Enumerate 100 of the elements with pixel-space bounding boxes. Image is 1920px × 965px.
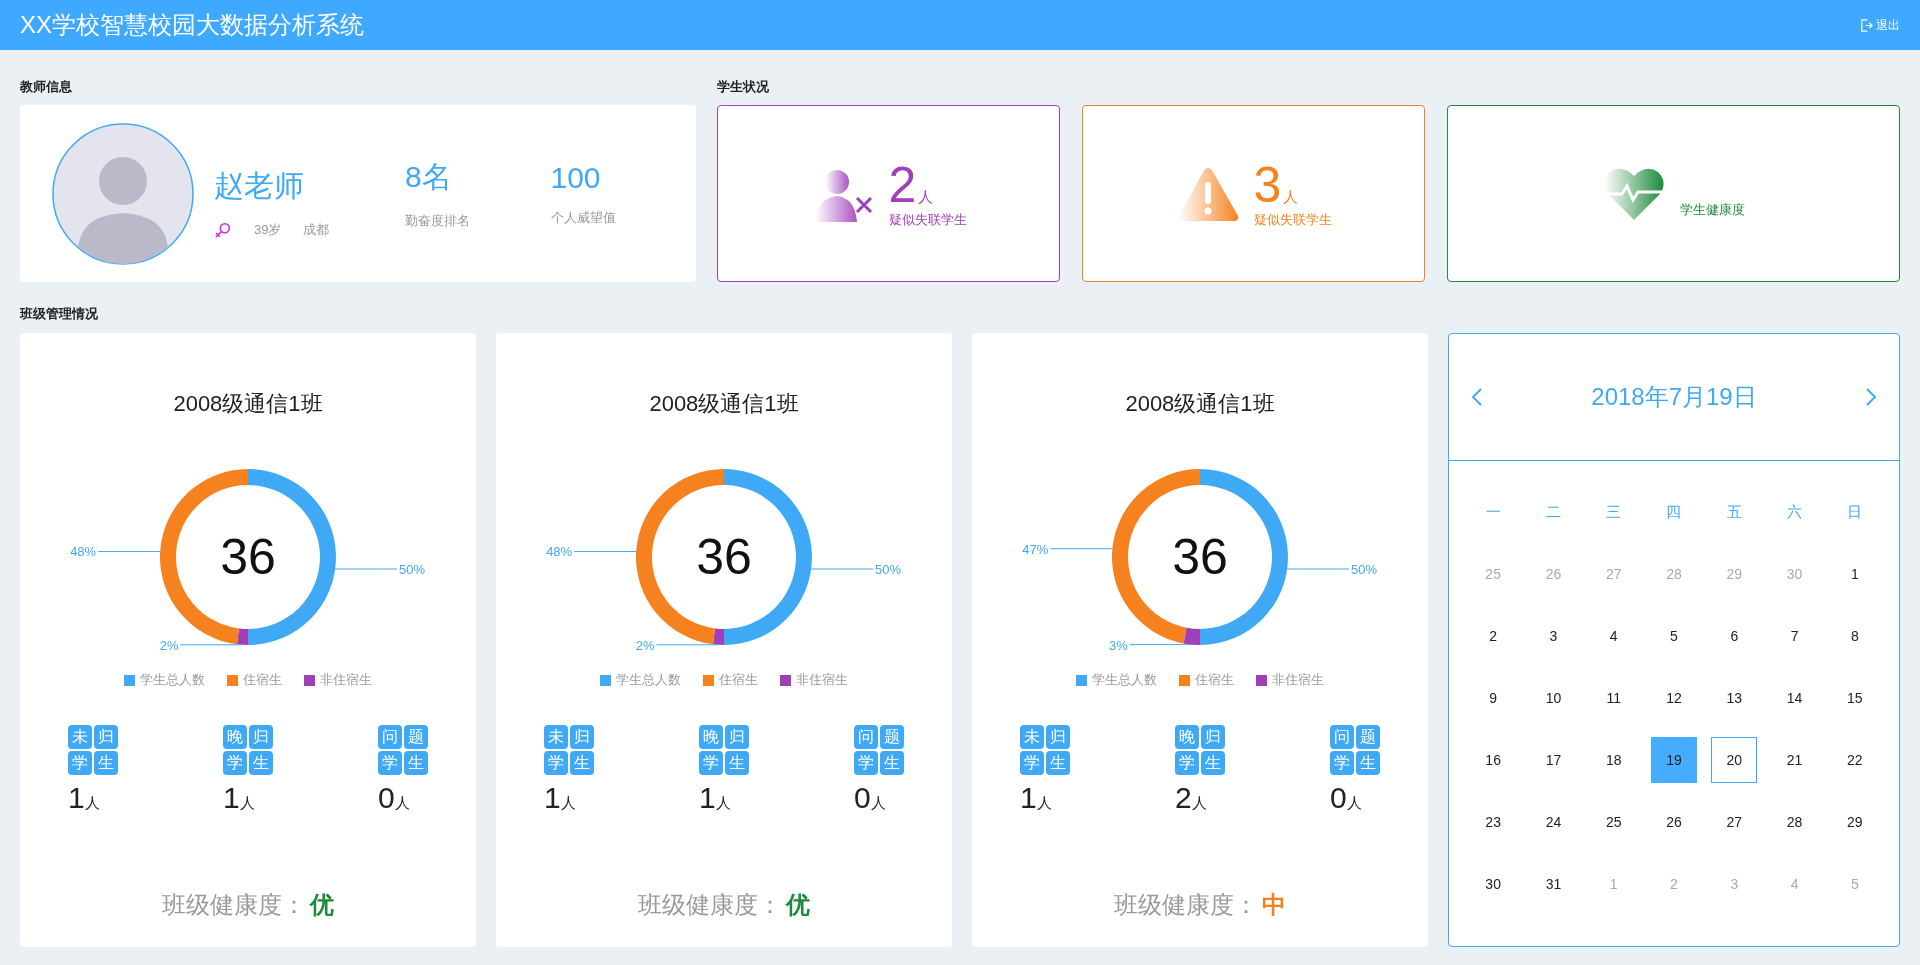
leader-line bbox=[1129, 644, 1193, 646]
logout-icon bbox=[1860, 18, 1873, 32]
data-label: 50% bbox=[399, 562, 426, 577]
class-name: 2008级通信1班 bbox=[649, 390, 799, 418]
calendar-day[interactable]: 22 bbox=[1831, 737, 1878, 783]
stat-value: 8名 bbox=[405, 159, 453, 195]
calendar-day[interactable]: 16 bbox=[1470, 737, 1517, 783]
total-count: 36 bbox=[1172, 529, 1228, 585]
teacher-name: 赵老师 bbox=[214, 168, 305, 204]
calendar-day[interactable]: 20 bbox=[1711, 737, 1758, 783]
calendar-day[interactable]: 19 bbox=[1651, 737, 1697, 783]
total-count: 36 bbox=[696, 529, 752, 585]
total-count: 36 bbox=[220, 529, 276, 585]
legend-label: 住宿生 bbox=[1195, 671, 1234, 689]
status-label: 学生健康度 bbox=[1680, 200, 1745, 219]
weekday-label: 六 bbox=[1787, 502, 1803, 522]
category-badge: 问题学生 bbox=[378, 725, 428, 775]
health-grade: 中 bbox=[1262, 890, 1286, 920]
stat-count: 1 bbox=[223, 781, 240, 815]
teacher-city: 成都 bbox=[303, 221, 330, 239]
calendar-day[interactable]: 14 bbox=[1771, 675, 1818, 721]
calendar-day[interactable]: 25 bbox=[1590, 799, 1637, 845]
calendar-day[interactable]: 28 bbox=[1771, 799, 1818, 845]
leader-line bbox=[97, 550, 161, 552]
status-unit: 人 bbox=[918, 187, 934, 207]
calendar-day[interactable]: 12 bbox=[1651, 675, 1697, 721]
category-badge: 问题学生 bbox=[1330, 725, 1380, 775]
stat-count: 1 bbox=[544, 781, 561, 815]
weekday-label: 日 bbox=[1847, 502, 1863, 522]
calendar-day[interactable]: 9 bbox=[1470, 675, 1517, 721]
category-badge: 未归学生 bbox=[1020, 725, 1070, 775]
data-label: 2% bbox=[635, 637, 655, 653]
stat-count: 2 bbox=[1175, 781, 1192, 815]
calendar-day[interactable]: 21 bbox=[1771, 737, 1818, 783]
calendar-day[interactable]: 26 bbox=[1651, 799, 1697, 845]
data-label: 50% bbox=[875, 562, 902, 577]
legend-swatch bbox=[227, 674, 238, 686]
data-label: 3% bbox=[1108, 637, 1128, 653]
calendar-title: 2018年7月19日 bbox=[1591, 382, 1757, 412]
leader-line bbox=[1286, 568, 1350, 570]
stat-unit: 人 bbox=[1346, 794, 1362, 813]
legend-label: 学生总人数 bbox=[616, 671, 681, 689]
calendar-day[interactable]: 29 bbox=[1831, 799, 1878, 845]
legend-swatch bbox=[703, 674, 714, 686]
calendar-day[interactable]: 3 bbox=[1530, 613, 1577, 659]
calendar-day[interactable]: 6 bbox=[1711, 613, 1758, 659]
status-label: 疑似失联学生 bbox=[888, 210, 967, 229]
weekday-label: 五 bbox=[1726, 502, 1742, 522]
weekday-label: 二 bbox=[1545, 502, 1561, 522]
calendar-day[interactable]: 4 bbox=[1590, 613, 1637, 659]
legend-swatch bbox=[1179, 674, 1190, 686]
calendar-day[interactable]: 13 bbox=[1711, 675, 1758, 721]
calendar-day[interactable]: 10 bbox=[1530, 675, 1577, 721]
data-label: 50% bbox=[1351, 562, 1378, 577]
health-grade: 优 bbox=[310, 890, 334, 920]
data-label: 48% bbox=[70, 544, 97, 560]
category-badge: 问题学生 bbox=[854, 725, 904, 775]
calendar-day[interactable]: 2 bbox=[1470, 613, 1517, 659]
category-badge: 晚归学生 bbox=[699, 725, 749, 775]
app-title: XX学校智慧校园大数据分析系统 bbox=[20, 10, 364, 40]
stat-unit: 人 bbox=[870, 794, 886, 813]
legend-label: 学生总人数 bbox=[1092, 671, 1157, 689]
health-label: 班级健康度： bbox=[162, 890, 306, 920]
calendar-day[interactable]: 18 bbox=[1590, 737, 1637, 783]
stat-unit: 人 bbox=[560, 794, 576, 813]
weekday-label: 三 bbox=[1606, 502, 1622, 522]
calendar-day[interactable]: 7 bbox=[1771, 613, 1818, 659]
calendar-day[interactable]: 11 bbox=[1590, 675, 1637, 721]
category-badge: 未归学生 bbox=[544, 725, 594, 775]
calendar-day[interactable]: 8 bbox=[1831, 613, 1878, 659]
legend-swatch bbox=[304, 674, 315, 686]
calendar-day[interactable]: 1 bbox=[1831, 551, 1878, 597]
stat-label: 勤奋度排名 bbox=[405, 212, 471, 230]
stat-count: 1 bbox=[699, 781, 716, 815]
status-count: 3 bbox=[1253, 158, 1282, 211]
calendar-day[interactable]: 23 bbox=[1470, 799, 1517, 845]
class-name: 2008级通信1班 bbox=[1125, 390, 1275, 418]
calendar-day[interactable]: 31 bbox=[1530, 861, 1577, 907]
calendar-day[interactable]: 5 bbox=[1651, 613, 1697, 659]
health-label: 班级健康度： bbox=[638, 890, 782, 920]
weekday-label: 四 bbox=[1666, 502, 1682, 522]
legend-swatch bbox=[780, 674, 791, 686]
calendar-day[interactable]: 17 bbox=[1530, 737, 1577, 783]
stat-count: 0 bbox=[378, 781, 395, 815]
stat-unit: 人 bbox=[394, 794, 410, 813]
calendar-day[interactable]: 30 bbox=[1470, 861, 1517, 907]
data-label: 47% bbox=[1022, 541, 1049, 557]
leader-line bbox=[655, 644, 719, 646]
chevron-left-icon bbox=[1471, 387, 1483, 407]
calendar-day[interactable]: 15 bbox=[1831, 675, 1878, 721]
legend-label: 住宿生 bbox=[719, 671, 758, 689]
stat-unit: 人 bbox=[1036, 794, 1052, 813]
leader-line bbox=[334, 568, 398, 570]
health-label: 班级健康度： bbox=[1114, 890, 1258, 920]
status-label: 疑似失联学生 bbox=[1253, 210, 1332, 229]
calendar-day[interactable]: 24 bbox=[1530, 799, 1577, 845]
calendar-day[interactable]: 27 bbox=[1711, 799, 1758, 845]
leader-line bbox=[810, 568, 874, 570]
legend-label: 非住宿生 bbox=[796, 671, 848, 689]
section-title: 班级管理情况 bbox=[20, 305, 99, 323]
